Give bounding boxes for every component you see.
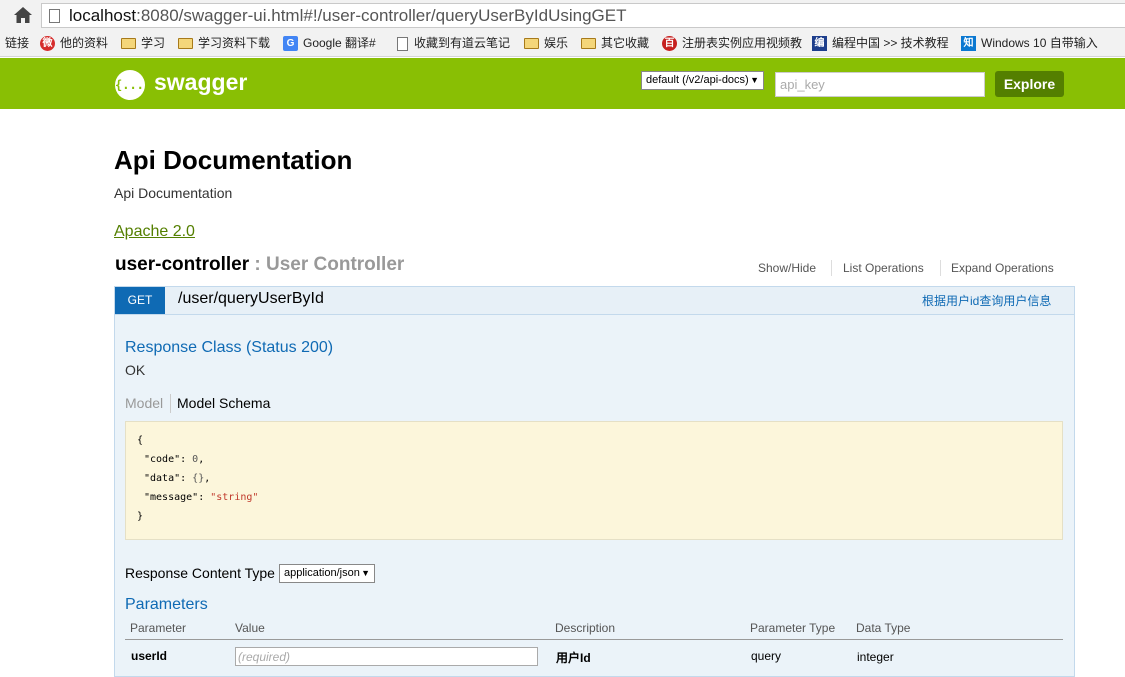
divider [831,260,832,276]
folder-icon [121,38,136,49]
bookmark-folder-entertainment[interactable]: 娱乐 [524,35,568,52]
list-operations-link[interactable]: List Operations [843,261,924,275]
bookmark-windows10[interactable]: 知 Windows 10 自带输入 [961,35,1098,52]
weibo-icon: 微 [40,36,55,51]
table-header-rule [125,639,1063,640]
param-data-type: integer [857,650,894,664]
show-hide-link[interactable]: Show/Hide [758,261,816,275]
operation-path[interactable]: /user/queryUserById [178,290,324,308]
tab-model[interactable]: Model [125,395,163,411]
explore-button[interactable]: Explore [995,71,1064,97]
param-value-input[interactable]: (required) [235,647,538,666]
url-text: localhost:8080/swagger-ui.html#!/user-co… [69,6,627,25]
dropdown-arrow-icon: ▼ [361,568,370,578]
bookmark-registry[interactable]: 百注册表实例应用视频教 [662,35,802,52]
divider [940,260,941,276]
bookmark-weibo[interactable]: 微他的资料 [40,35,108,52]
controller-heading[interactable]: user-controller : User Controller [115,254,404,276]
url-input[interactable]: localhost:8080/swagger-ui.html#!/user-co… [41,3,1125,28]
bookmark-folder-study[interactable]: 学习 [121,35,165,52]
dropdown-arrow-icon: ▼ [750,75,759,85]
schema-close-brace: } [137,511,144,522]
param-header-description: Description [555,621,616,635]
page-icon [49,9,60,23]
license-link[interactable]: Apache 2.0 [114,223,195,241]
bookmarks-bar: 链接 微他的资料 学习 学习资料下载 G Google 翻译# 收藏到有道云笔记 … [0,31,1125,57]
bookmark-youdao[interactable]: 收藏到有道云笔记 [397,35,510,52]
param-description: 用户Id [556,651,591,665]
schema-line-message: "message": "string" [144,492,259,503]
spec-select[interactable]: default (/v2/api-docs) ▼ [641,71,764,90]
param-header-parameter-type: Parameter Type [750,621,836,635]
schema-line-code: "code": 0, [144,454,205,465]
bookmark-folder-downloads[interactable]: 学习资料下载 [178,35,270,52]
expand-operations-link[interactable]: Expand Operations [951,261,1054,275]
response-text: OK [125,362,146,378]
bookmark-bianchengzhongguo[interactable]: 编编程中国 >> 技术教程 [812,35,949,52]
bian-icon: 编 [812,36,827,51]
tab-model-schema[interactable]: Model Schema [177,395,270,411]
response-content-type-label: Response Content Type [125,565,275,581]
http-method-badge[interactable]: GET [115,287,165,314]
schema-open-brace: { [137,435,144,446]
parameters-title: Parameters [125,596,208,613]
model-schema-box[interactable]: { "code": 0, "data": {}, "message": "str… [125,421,1063,540]
folder-icon [524,38,539,49]
baidu-icon: 百 [662,36,677,51]
bookmark-folder-other[interactable]: 其它收藏 [581,35,649,52]
api-description: Api Documentation [114,185,233,201]
swagger-title[interactable]: swagger [154,69,247,96]
controller-name[interactable]: user-controller [115,254,249,275]
bookmark-google-translate[interactable]: G Google 翻译# [283,35,376,52]
param-header-parameter: Parameter [130,621,187,635]
param-header-value: Value [235,621,265,635]
home-icon[interactable] [13,6,33,24]
divider [170,394,171,413]
swagger-logo-icon[interactable]: {...} [115,70,151,100]
folder-icon [178,38,193,49]
page-icon [397,36,408,51]
operation-summary[interactable]: 根据用户id查询用户信息 [922,292,1051,309]
folder-icon [581,38,596,49]
param-name: userId [131,649,168,663]
param-header-data-type: Data Type [856,621,911,635]
zhihu-icon: 知 [961,36,976,51]
google-translate-icon: G [283,36,298,51]
api-key-input[interactable]: api_key [775,72,985,97]
address-bar: localhost:8080/swagger-ui.html#!/user-co… [0,0,1125,31]
page-title: Api Documentation [114,145,353,175]
param-type: query [751,649,782,663]
bookmark-links[interactable]: 链接 [5,35,29,52]
schema-line-data: "data": {}, [144,473,211,484]
response-content-type-select[interactable]: application/json ▼ [279,564,375,583]
response-class-title: Response Class (Status 200) [125,339,334,356]
controller-description: : User Controller [249,254,405,275]
